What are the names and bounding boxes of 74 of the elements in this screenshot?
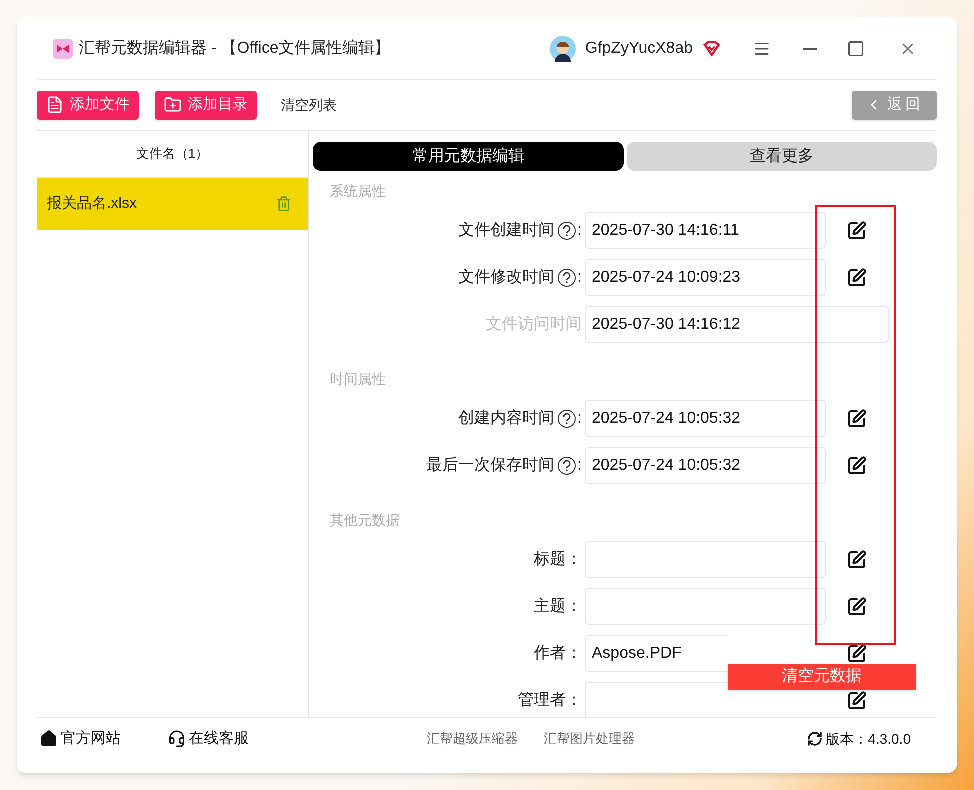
home-icon — [40, 730, 58, 748]
field-label: 标题： — [534, 550, 582, 570]
input-field[interactable] — [585, 588, 826, 625]
help-icon[interactable] — [558, 268, 576, 286]
input-field[interactable]: 2025-07-24 10:05:32 — [585, 447, 826, 484]
input-field[interactable]: 2025-07-30 14:16:11 — [585, 212, 826, 249]
list-header: 文件名（1） — [136, 145, 209, 164]
input-field[interactable] — [585, 541, 826, 578]
headset-icon — [168, 730, 186, 748]
menu-icon — [753, 40, 771, 58]
field-label: 主题： — [534, 596, 582, 616]
section-title: 时间属性 — [330, 370, 386, 388]
edit-button[interactable] — [846, 220, 868, 242]
help-icon[interactable] — [558, 222, 576, 240]
edit-icon — [847, 220, 867, 240]
field-label: 文件修改时间 — [458, 268, 555, 288]
clear-metadata-button[interactable]: 清空元数据 — [728, 664, 916, 690]
tab[interactable]: 查看更多 — [626, 142, 937, 171]
version-number: 4.3.0.0 — [868, 730, 911, 748]
window-title: 汇帮元数据编辑器 - 【Office文件属性编辑】 — [79, 38, 391, 59]
colon: : — [578, 268, 582, 288]
app-logo-icon — [53, 39, 73, 59]
field-label: 最后一次保存时间 — [426, 456, 555, 476]
edit-button[interactable] — [846, 596, 868, 618]
folder-plus-icon — [164, 96, 182, 114]
edit-button[interactable] — [846, 642, 868, 664]
add-button[interactable]: 添加目录 — [155, 90, 257, 120]
vip-icon[interactable] — [703, 41, 721, 57]
maximize-icon — [847, 40, 865, 58]
help-icon[interactable] — [558, 456, 576, 474]
field-label: 文件访问时间 — [486, 314, 582, 334]
update-icon[interactable] — [807, 731, 824, 747]
product-link[interactable]: 汇帮图片处理器 — [544, 729, 635, 749]
footer-link[interactable]: 官方网站 — [40, 728, 121, 750]
edit-button[interactable] — [846, 454, 868, 476]
input-field[interactable]: 2025-07-24 10:05:32 — [585, 400, 826, 437]
version-label: 版本： — [826, 730, 868, 748]
edit-icon — [847, 550, 867, 570]
input-field[interactable]: Aspose.PDF — [585, 635, 728, 672]
footer-link[interactable]: 在线客服 — [168, 728, 249, 750]
edit-icon — [847, 596, 867, 616]
clear-list-button[interactable]: 清空列表 — [281, 94, 337, 116]
edit-button[interactable] — [846, 690, 868, 712]
colon: : — [578, 220, 582, 240]
refresh-icon — [807, 731, 824, 747]
add-button[interactable]: 添加文件 — [37, 90, 139, 120]
maximize-button[interactable] — [847, 40, 865, 58]
menu-button[interactable] — [753, 40, 771, 58]
field-label: 文件创建时间 — [458, 220, 555, 240]
edit-icon — [847, 644, 867, 664]
file-item[interactable]: 报关品名.xlsx — [37, 178, 308, 230]
input-field[interactable]: 2025-07-30 14:16:12 — [585, 306, 889, 343]
edit-icon — [847, 456, 867, 476]
colon: : — [578, 456, 582, 476]
section-title: 其他元数据 — [330, 510, 400, 530]
section-title: 系统属性 — [330, 182, 386, 200]
edit-button[interactable] — [846, 548, 868, 570]
edit-icon — [847, 408, 867, 428]
edit-icon — [847, 268, 867, 288]
colon: : — [578, 408, 582, 428]
user-name: GfpZyYucX8ab — [585, 39, 693, 59]
product-link[interactable]: 汇帮超级压缩器 — [427, 729, 518, 749]
document-icon — [46, 96, 64, 114]
edit-button[interactable] — [846, 408, 868, 430]
field-label: 创建内容时间 — [458, 408, 555, 428]
edit-button[interactable] — [846, 266, 868, 288]
avatar-icon[interactable] — [550, 36, 576, 62]
minimize-icon — [803, 48, 817, 50]
help-icon[interactable] — [558, 410, 576, 428]
edit-icon — [847, 690, 867, 710]
input-field[interactable]: 2025-07-24 10:09:23 — [585, 259, 826, 296]
tab[interactable]: 常用元数据编辑 — [313, 142, 624, 171]
field-label: 作者： — [534, 644, 582, 664]
field-label: 管理者： — [518, 690, 582, 710]
